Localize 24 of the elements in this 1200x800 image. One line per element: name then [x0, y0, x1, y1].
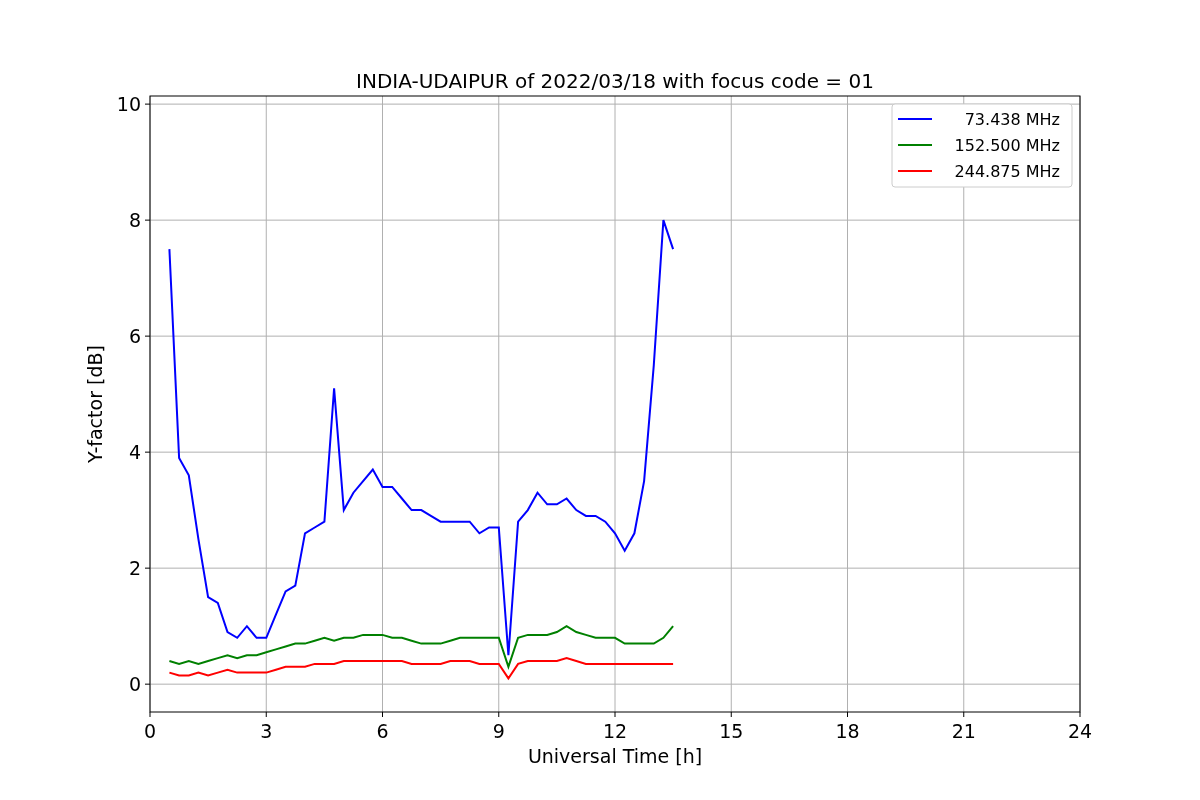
x-axis-label: Universal Time [h]: [527, 745, 703, 767]
legend-line-icon: [897, 170, 933, 172]
x-tick-label: 9: [492, 720, 505, 742]
x-tick-label: 21: [951, 720, 976, 742]
x-tick-label: 12: [602, 720, 628, 742]
legend-line-icon: [897, 118, 933, 120]
x-tick-label: 3: [260, 720, 273, 742]
legend-label: 73.438 MHz: [964, 110, 1060, 129]
y-tick-label: 6: [128, 325, 141, 348]
x-tick-label: 18: [835, 720, 860, 742]
y-tick-label: 0: [128, 673, 141, 696]
y-tick-label: 10: [116, 93, 141, 116]
chart-title: INDIA-UDAIPUR of 2022/03/18 with focus code = 01: [356, 69, 874, 93]
legend-label: 244.875 MHz: [954, 162, 1060, 181]
y-tick-label: 2: [128, 557, 141, 580]
legend-label: 152.500 MHz: [954, 136, 1060, 155]
legend-line-icon: [897, 144, 933, 146]
y-tick-label: 8: [128, 209, 141, 232]
x-tick-label: 0: [143, 720, 157, 742]
y-axis-label: Y-factor [dB]: [84, 345, 106, 463]
y-tick-label: 4: [128, 441, 141, 464]
x-tick-label: 15: [719, 720, 744, 742]
x-tick-label: 24: [1067, 720, 1093, 742]
x-tick-label: 6: [376, 720, 389, 742]
